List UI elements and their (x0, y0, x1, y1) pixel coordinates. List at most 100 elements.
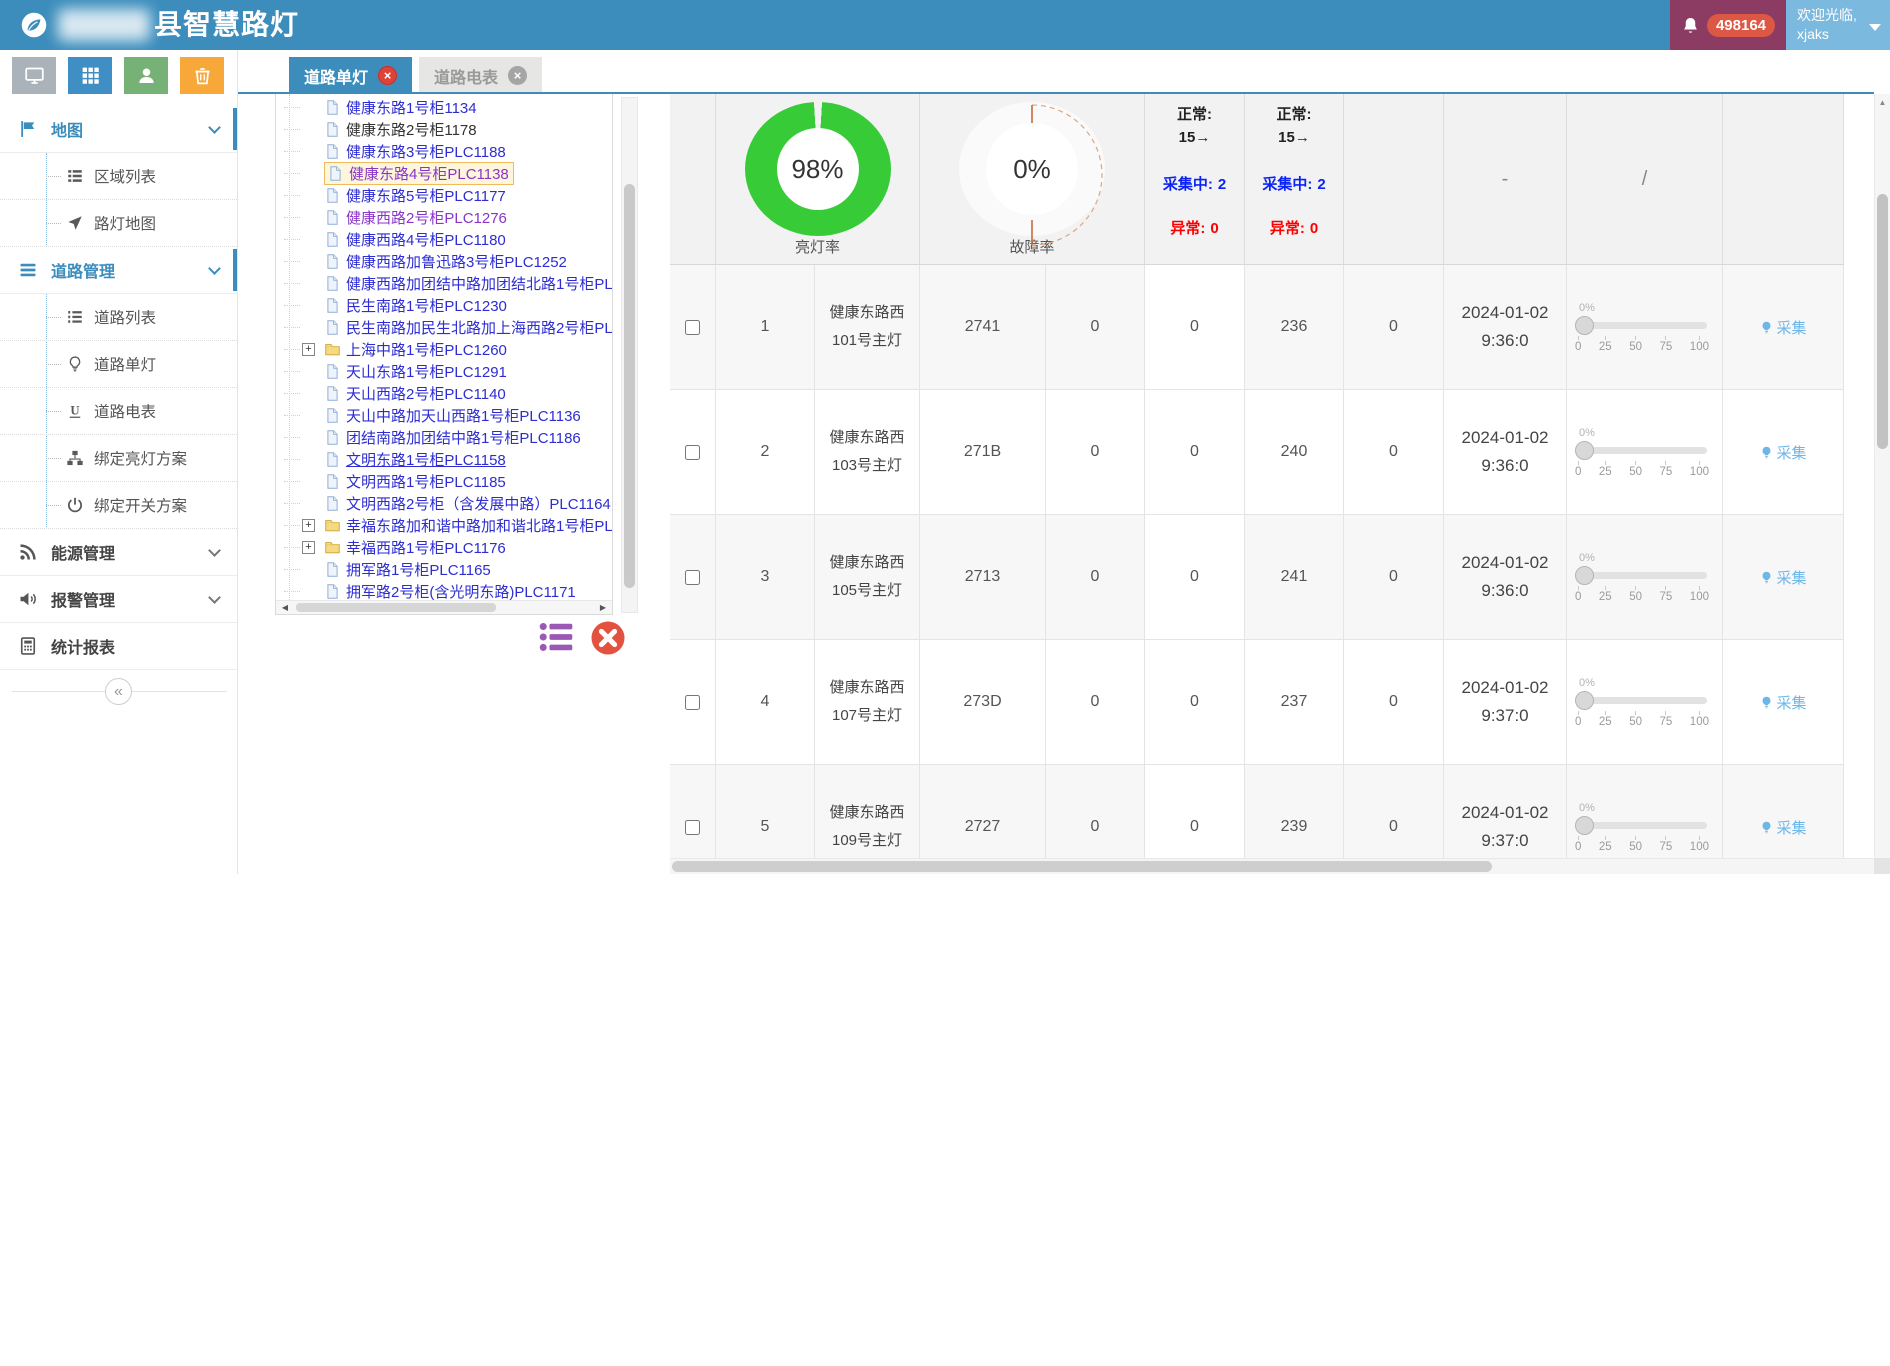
tree-item[interactable]: +幸福西路1号柜PLC1176 (276, 536, 612, 558)
scrollbar-thumb[interactable] (672, 861, 1492, 872)
tree-item[interactable]: +幸福东路加和谐中路加和谐北路1号柜PLC (276, 514, 612, 536)
collect-link[interactable]: 采集 (1759, 567, 1806, 588)
slider-ticks: 0255075100 (1575, 586, 1709, 603)
slider-handle[interactable] (1575, 441, 1594, 460)
row-checkbox[interactable] (685, 445, 700, 460)
file-icon (324, 187, 341, 204)
tree-item[interactable]: 健康东路3号柜PLC1188 (276, 140, 612, 162)
user-icon (136, 65, 157, 86)
tree-item[interactable]: 健康东路2号柜1178 (276, 118, 612, 140)
tree-item[interactable]: 团结南路加团结中路1号柜PLC1186 (276, 426, 612, 448)
tree-item[interactable]: 健康东路1号柜1134 (276, 96, 612, 118)
slider-handle[interactable] (1575, 691, 1594, 710)
sidebar-item-bind-switch-plan[interactable]: 绑定开关方案 (0, 482, 237, 529)
main-vertical-scrollbar[interactable] (1874, 94, 1890, 858)
scroll-left-arrow-icon[interactable] (278, 601, 292, 614)
bulb-icon (66, 355, 84, 373)
sidebar-item-label: 道路电表 (94, 400, 156, 422)
sidebar-item-road-lamp[interactable]: 道路单灯 (0, 341, 237, 388)
sidebar-group-energy[interactable]: 能源管理 (0, 529, 237, 576)
toolbar-button-grid[interactable] (68, 57, 112, 94)
tab-label: 道路电表 (434, 64, 498, 88)
scrollbar-thumb[interactable] (624, 184, 635, 588)
tab-close-icon[interactable] (508, 66, 527, 85)
tree-item[interactable]: 天山中路加天山西路1号柜PLC1136 (276, 404, 612, 426)
row-checkbox[interactable] (685, 570, 700, 585)
tree-item[interactable]: 健康西路加团结中路加团结北路1号柜PLC (276, 272, 612, 294)
tree-list-button[interactable] (538, 620, 574, 656)
sidebar-group-report[interactable]: 统计报表 (0, 623, 237, 670)
tree-item[interactable]: 天山西路2号柜PLC1140 (276, 382, 612, 404)
tree-expander-icon[interactable]: + (302, 343, 315, 356)
scroll-right-arrow-icon[interactable] (596, 601, 610, 614)
main-horizontal-scrollbar[interactable] (670, 858, 1874, 874)
tree-item[interactable]: 健康东路5号柜PLC1177 (276, 184, 612, 206)
summary-empty-cell (670, 94, 716, 264)
slider-track[interactable] (1577, 697, 1707, 704)
tree-item[interactable]: 健康西路4号柜PLC1180 (276, 228, 612, 250)
collect-link[interactable]: 采集 (1759, 692, 1806, 713)
slider-handle[interactable] (1575, 816, 1594, 835)
tree-close-button[interactable] (590, 620, 626, 656)
tree-vertical-scrollbar[interactable] (621, 97, 638, 613)
tree-item[interactable]: 民生南路1号柜PLC1230 (276, 294, 612, 316)
tab-road-meter[interactable]: 道路电表 (419, 57, 542, 94)
row-checkbox[interactable] (685, 320, 700, 335)
chevron-down-icon (1869, 24, 1881, 31)
table-row: 3健康东路西105号主灯27130024102024-01-029:36:00%… (670, 515, 1844, 640)
tree-expander-icon[interactable]: + (302, 519, 315, 532)
toolbar-button-user[interactable] (124, 57, 168, 94)
collect-link[interactable]: 采集 (1759, 317, 1806, 338)
user-menu[interactable]: 欢迎光临, xjaks (1786, 0, 1890, 50)
tree-item[interactable]: 文明东路1号柜PLC1158 (276, 448, 612, 470)
sidebar-group-map[interactable]: 地图 (0, 106, 237, 153)
slider-handle[interactable] (1575, 566, 1594, 585)
sidebar-collapse-button[interactable] (105, 678, 132, 705)
tree-item[interactable]: 健康东路4号柜PLC1138 (276, 162, 612, 184)
toolbar-button-monitor[interactable] (12, 57, 56, 94)
tree-horizontal-scrollbar[interactable] (276, 600, 612, 614)
cell-value: 0 (1046, 265, 1145, 389)
tab-close-icon[interactable] (378, 66, 397, 85)
tree-item[interactable]: 文明西路2号柜（含发展中路）PLC1164 (276, 492, 612, 514)
collect-link[interactable]: 采集 (1759, 817, 1806, 838)
tab-road-single-light[interactable]: 道路单灯 (289, 57, 412, 94)
row-checkbox[interactable] (685, 820, 700, 835)
cell-value: 240 (1245, 390, 1344, 514)
trash-icon (192, 65, 213, 86)
collect-link[interactable]: 采集 (1759, 442, 1806, 463)
tree-item[interactable]: +上海中路1号柜PLC1260 (276, 338, 612, 360)
censored-logo-text (58, 9, 150, 41)
tree-item[interactable]: 民生南路加民生北路加上海西路2号柜PLC (276, 316, 612, 338)
slider-track[interactable] (1577, 572, 1707, 579)
tree-expander-icon[interactable]: + (302, 541, 315, 554)
tree-item[interactable]: 拥军路2号柜(含光明东路)PLC1171 (276, 580, 612, 600)
slider-track[interactable] (1577, 322, 1707, 329)
sidebar-group-road[interactable]: 道路管理 (0, 247, 237, 294)
scrollbar-thumb[interactable] (1877, 194, 1888, 449)
cell-index: 3 (716, 515, 815, 639)
sidebar-item-road-list[interactable]: 道路列表 (0, 294, 237, 341)
tree-item[interactable]: 健康西路加鲁迅路3号柜PLC1252 (276, 250, 612, 272)
tree-item[interactable]: 文明西路1号柜PLC1185 (276, 470, 612, 492)
tree-item-label: 健康西路加团结中路加团结北路1号柜PLC (346, 273, 612, 294)
sidebar-group-label: 报警管理 (51, 587, 210, 611)
sidebar-item-bind-light-plan[interactable]: 绑定亮灯方案 (0, 435, 237, 482)
tree-item[interactable]: 拥军路1号柜PLC1165 (276, 558, 612, 580)
sidebar-item-lamp-map[interactable]: 路灯地图 (0, 200, 237, 247)
scroll-up-arrow-icon[interactable] (1875, 96, 1890, 108)
sidebar-item-road-meter[interactable]: U道路电表 (0, 388, 237, 435)
sidebar-item-area-list[interactable]: 区域列表 (0, 153, 237, 200)
slider-handle[interactable] (1575, 316, 1594, 335)
scrollbar-thumb[interactable] (296, 603, 496, 612)
tree-item[interactable]: 天山东路1号柜PLC1291 (276, 360, 612, 382)
notifications-button[interactable]: 498164 (1670, 0, 1786, 50)
sidebar-group-alarm[interactable]: 报警管理 (0, 576, 237, 623)
cell-action: 采集 (1723, 515, 1844, 639)
tree-item[interactable]: 健康西路2号柜PLC1276 (276, 206, 612, 228)
sidebar-group-label: 统计报表 (51, 634, 219, 658)
row-checkbox[interactable] (685, 695, 700, 710)
toolbar-button-trash[interactable] (180, 57, 224, 94)
slider-track[interactable] (1577, 447, 1707, 454)
slider-track[interactable] (1577, 822, 1707, 829)
